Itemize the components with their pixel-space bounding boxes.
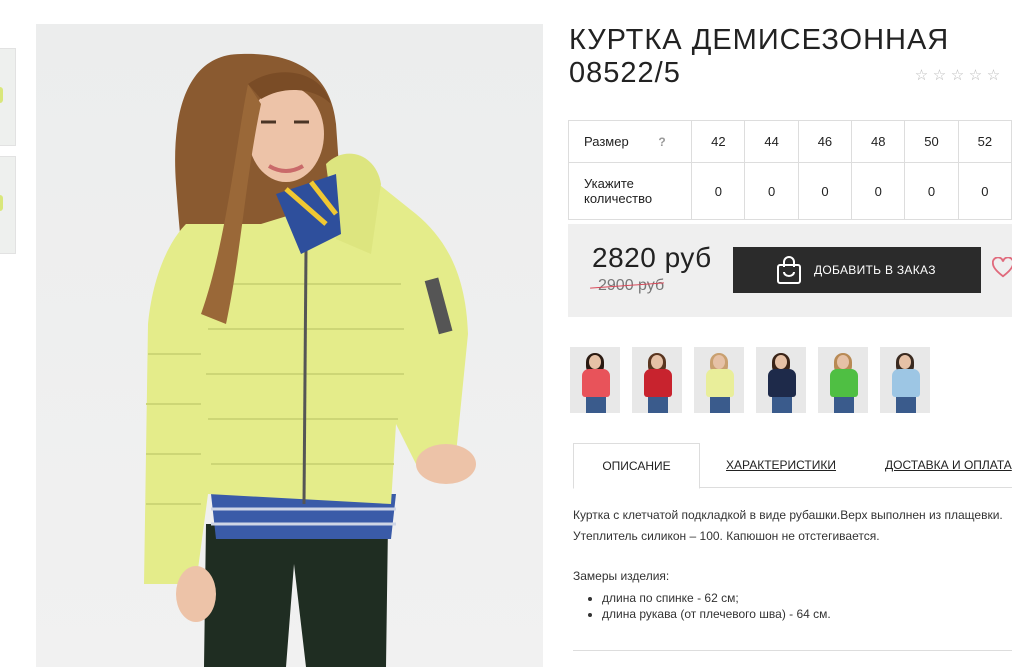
quantity-label: Укажите количество xyxy=(567,162,693,220)
size-row: Размер ? 42 44 46 48 50 52 xyxy=(567,120,1012,163)
rail-thumbnail[interactable] xyxy=(0,48,16,146)
color-variant-thumbnail[interactable] xyxy=(570,347,620,413)
size-value: 48 xyxy=(851,120,906,163)
size-value: 44 xyxy=(744,120,799,163)
tab-characteristics[interactable]: ХАРАКТЕРИСТИКИ xyxy=(726,443,836,488)
color-variants xyxy=(570,347,942,413)
star-icon[interactable]: ☆ xyxy=(966,66,984,84)
jacket-model-illustration xyxy=(144,53,476,667)
star-icon[interactable]: ☆ xyxy=(912,66,930,84)
product-description: Куртка с клетчатой подкладкой в виде руб… xyxy=(573,508,1003,543)
section-divider xyxy=(573,650,1012,651)
price-panel: 2820 руб 2900 руб ДОБАВИТЬ В ЗАКАЗ xyxy=(568,224,1012,317)
old-price: 2900 руб xyxy=(598,277,665,294)
list-item: длина по спинке - 62 см; xyxy=(602,590,831,606)
quantity-input[interactable]: 0 xyxy=(851,162,906,220)
rating-stars[interactable]: ☆ ☆ ☆ ☆ ☆ xyxy=(912,66,1002,84)
quantity-input[interactable]: 0 xyxy=(691,162,746,220)
star-icon[interactable]: ☆ xyxy=(984,66,1002,84)
add-to-order-label: ДОБАВИТЬ В ЗАКАЗ xyxy=(814,263,936,277)
quantity-row: Укажите количество 0 0 0 0 0 0 xyxy=(567,162,1012,220)
heart-icon[interactable] xyxy=(992,257,1012,279)
color-variant-thumbnail[interactable] xyxy=(818,347,868,413)
color-variant-thumbnail[interactable] xyxy=(880,347,930,413)
shopping-bag-icon xyxy=(777,256,801,284)
star-icon[interactable]: ☆ xyxy=(930,66,948,84)
quantity-input[interactable]: 0 xyxy=(904,162,959,220)
size-value: 50 xyxy=(904,120,959,163)
color-variant-thumbnail[interactable] xyxy=(694,347,744,413)
color-variant-thumbnail[interactable] xyxy=(632,347,682,413)
quantity-input[interactable]: 0 xyxy=(797,162,853,220)
product-title: КУРТКА ДЕМИСЕЗОННАЯ 08522/5 xyxy=(569,24,950,89)
current-price: 2820 руб xyxy=(592,242,712,273)
star-icon[interactable]: ☆ xyxy=(948,66,966,84)
quantity-input[interactable]: 0 xyxy=(957,162,1012,220)
size-value: 52 xyxy=(957,120,1012,163)
rail-thumbnail[interactable] xyxy=(0,156,16,254)
tab-description[interactable]: ОПИСАНИЕ xyxy=(573,443,700,489)
product-main-image[interactable] xyxy=(36,24,543,667)
list-item: длина рукава (от плечевого шва) - 64 см. xyxy=(602,606,831,622)
size-quantity-table: Размер ? 42 44 46 48 50 52 Укажите колич… xyxy=(567,120,1012,220)
color-variant-thumbnail[interactable] xyxy=(756,347,806,413)
size-value: 42 xyxy=(691,120,746,163)
measurements-list: длина по спинке - 62 см; длина рукава (о… xyxy=(585,590,831,622)
add-to-order-button[interactable]: ДОБАВИТЬ В ЗАКАЗ xyxy=(733,247,981,293)
tab-delivery-payment[interactable]: ДОСТАВКА И ОПЛАТА xyxy=(885,443,1012,488)
product-tabs: ОПИСАНИЕ ХАРАКТЕРИСТИКИ ДОСТАВКА И ОПЛАТ… xyxy=(573,443,1012,489)
size-label-cell: Размер ? xyxy=(567,120,693,163)
quantity-input[interactable]: 0 xyxy=(744,162,799,220)
image-thumbnail-rail xyxy=(0,48,16,264)
measurements-title: Замеры изделия: xyxy=(573,569,670,583)
size-value: 46 xyxy=(797,120,853,163)
size-help-icon[interactable]: ? xyxy=(658,135,665,149)
size-label: Размер xyxy=(584,134,629,149)
